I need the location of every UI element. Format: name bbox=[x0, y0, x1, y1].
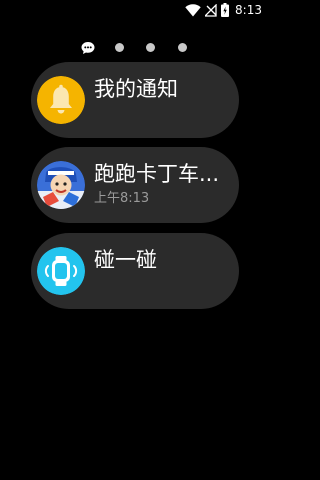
status-icons: 8:13 bbox=[185, 1, 262, 19]
page-dot[interactable] bbox=[114, 42, 124, 52]
card-title: 碰一碰 bbox=[94, 248, 157, 272]
card-title: 跑跑卡丁车... bbox=[94, 162, 220, 186]
page-indicator[interactable] bbox=[0, 40, 270, 54]
wifi-icon bbox=[185, 3, 201, 17]
card-timestamp: 上午8:13 bbox=[94, 191, 150, 206]
card-kartrider[interactable]: 跑跑卡丁车... 上午8:13 bbox=[31, 147, 239, 223]
card-my-notifications[interactable]: 我的通知 bbox=[31, 62, 239, 138]
page-dot[interactable] bbox=[145, 42, 155, 52]
chat-bubble-icon bbox=[81, 40, 95, 54]
watch-tap-icon bbox=[37, 247, 85, 295]
game-avatar-icon bbox=[37, 161, 85, 209]
battery-charging-icon bbox=[221, 3, 230, 17]
page-dot[interactable] bbox=[177, 42, 187, 52]
card-title: 我的通知 bbox=[94, 77, 178, 101]
card-tap-tap[interactable]: 碰一碰 bbox=[31, 233, 239, 309]
signal-off-icon bbox=[205, 3, 217, 17]
bell-icon bbox=[37, 76, 85, 124]
status-bar: 8:13 bbox=[0, 0, 270, 20]
status-time: 8:13 bbox=[235, 3, 262, 17]
